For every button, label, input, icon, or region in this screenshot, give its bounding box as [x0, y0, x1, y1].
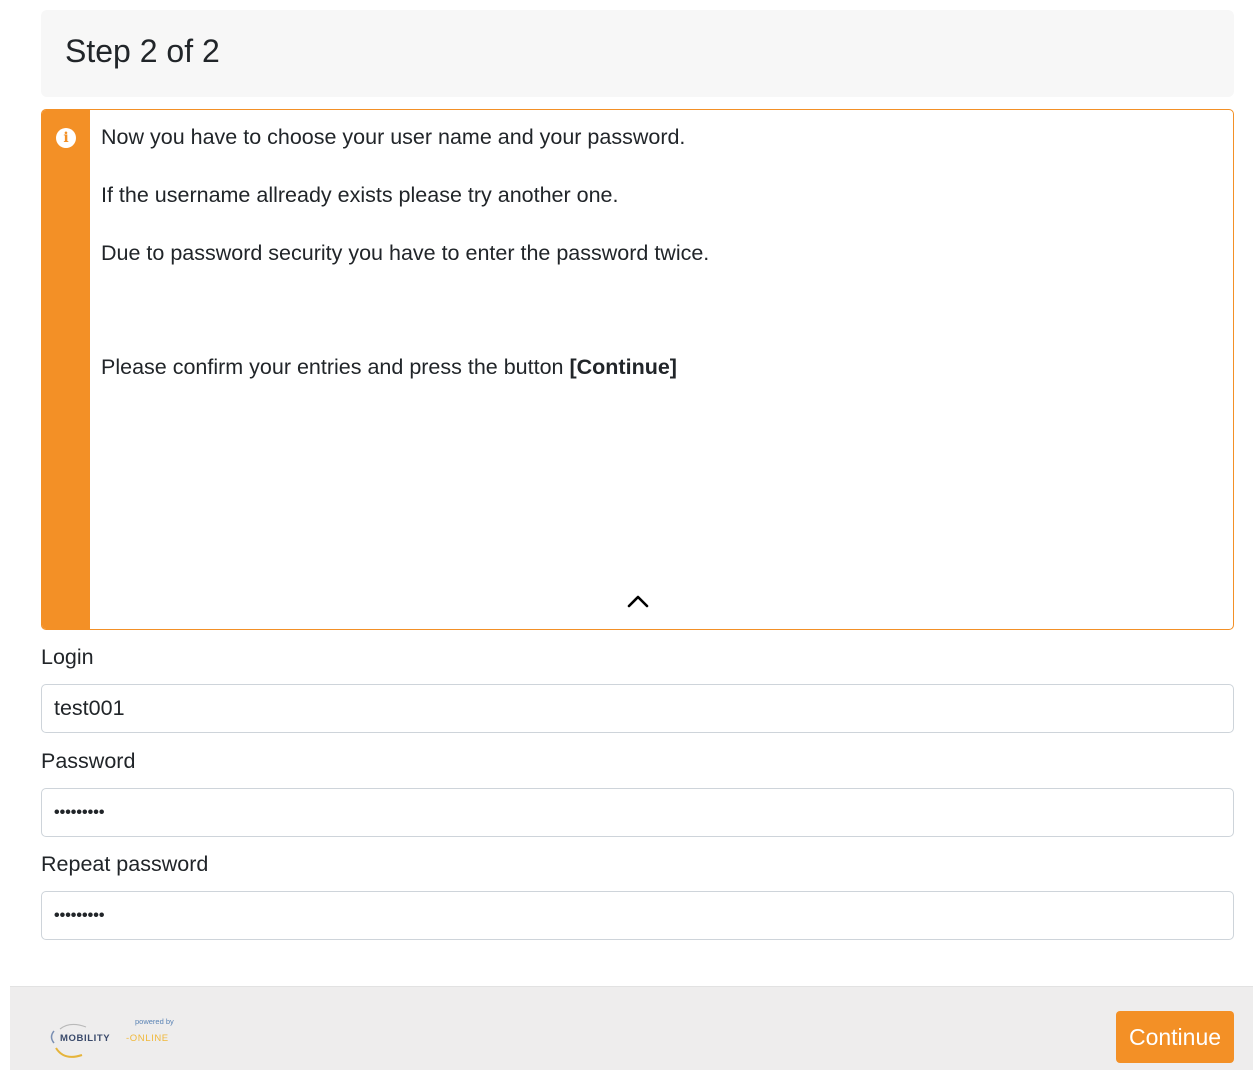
logo-powered-by: powered by: [135, 1017, 174, 1026]
info-icon: i: [56, 128, 76, 148]
info-line-4-bold: [Continue]: [569, 355, 677, 379]
password-input[interactable]: [41, 788, 1234, 837]
page: Step 2 of 2 i Now you have to choose you…: [0, 0, 1253, 1070]
page-title: Step 2 of 2: [65, 33, 220, 69]
info-line-2: If the username allready exists please t…: [101, 183, 619, 207]
info-line-4-text: Please confirm your entries and press th…: [101, 355, 570, 379]
login-label: Login: [41, 645, 94, 669]
mobility-online-logo: powered by MOBILITY -ONLINE: [50, 1017, 174, 1058]
step-header: Step 2 of 2: [41, 10, 1234, 97]
logo-online: -ONLINE: [126, 1033, 169, 1044]
password-label: Password: [41, 749, 136, 773]
info-stripe: i: [42, 110, 90, 629]
logo-mobility: MOBILITY: [60, 1033, 110, 1044]
info-line-1: Now you have to choose your user name an…: [101, 125, 686, 149]
info-line-4: Please confirm your entries and press th…: [101, 355, 677, 380]
footer: powered by MOBILITY -ONLINE Continue: [10, 986, 1253, 1070]
info-panel: i Now you have to choose your user name …: [41, 109, 1234, 630]
login-input[interactable]: [41, 684, 1234, 733]
chevron-up-icon: [627, 595, 649, 608]
continue-button[interactable]: Continue: [1116, 1011, 1234, 1063]
collapse-button[interactable]: [624, 590, 652, 612]
repeat-password-label: Repeat password: [41, 852, 209, 876]
info-line-3: Due to password security you have to ent…: [101, 241, 710, 265]
repeat-password-input[interactable]: [41, 891, 1234, 940]
